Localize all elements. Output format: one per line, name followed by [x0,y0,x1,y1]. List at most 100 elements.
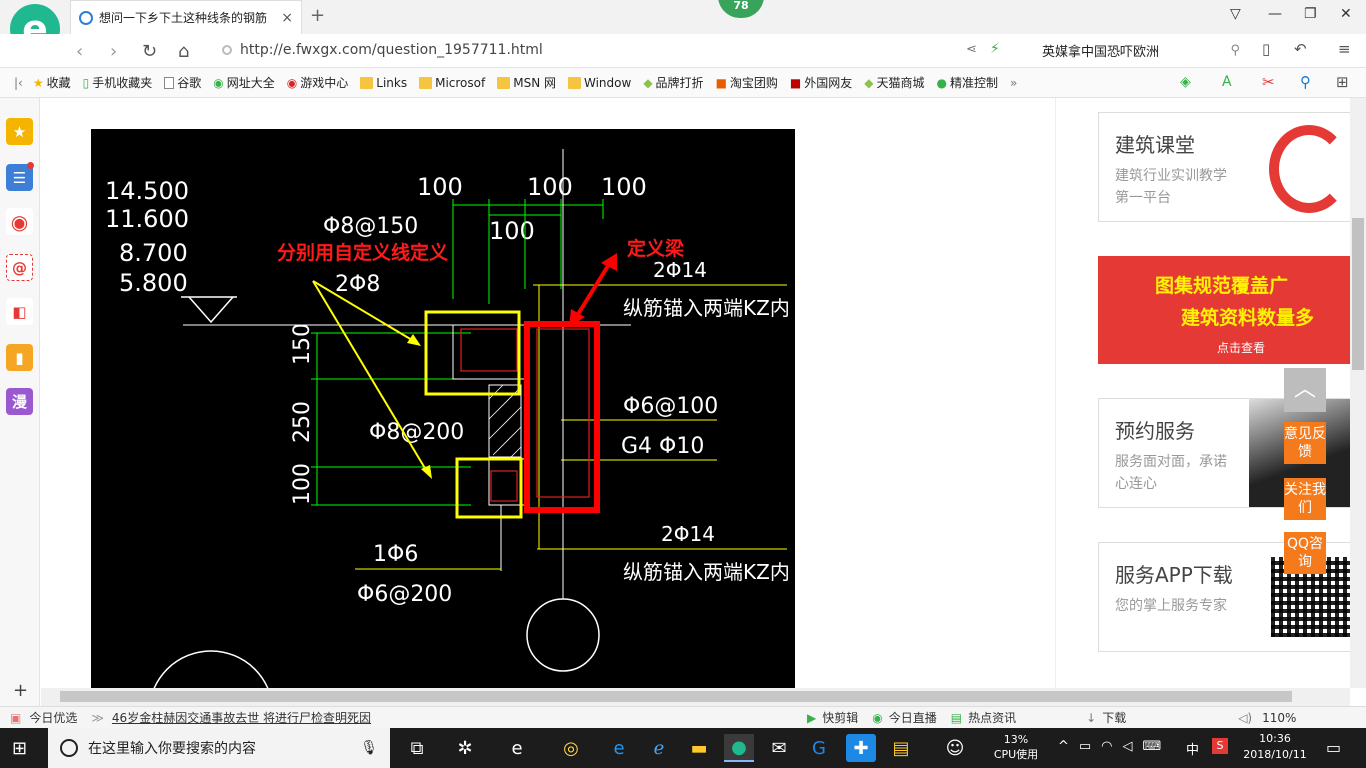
weibo-icon[interactable]: ◉ [6,208,33,235]
new-tab-button[interactable]: + [310,5,325,26]
volume-icon[interactable]: ◁) [1238,711,1252,725]
game-icon[interactable]: ◧ [6,298,33,325]
bookmark-item[interactable]: ◆ 天猫商城 [864,74,924,91]
apps-icon[interactable]: ⊞ [1336,73,1349,91]
task-view-icon[interactable]: ⧉ [402,734,432,762]
close-window-button[interactable]: ✕ [1340,6,1352,22]
ie-icon[interactable]: ℯ [644,734,674,762]
fan-app-icon[interactable]: ✲ [450,734,480,762]
news-headline-link[interactable]: 46岁金柱赫因交通事故去世 将进行尸检查明死因 [112,709,371,726]
course-card[interactable]: 建筑课堂 建筑行业实训教学第一平台 [1098,112,1350,222]
bookmarks-collapse-icon[interactable]: |‹ [14,76,23,90]
notification-center-icon[interactable]: ▭ [1326,738,1341,757]
menu-icon[interactable]: ≡ [1338,40,1351,58]
notes-app-icon[interactable]: ▤ [886,734,916,762]
mobile-icon[interactable]: ▯ [1262,40,1270,58]
mail-app-icon[interactable]: ✉ [764,734,794,762]
bookmark-item[interactable]: ● 精准控制 [937,74,999,91]
qq-consult-button[interactable]: QQ咨询 [1284,532,1326,574]
tab-close-button[interactable]: × [281,10,293,26]
back-icon[interactable]: ‹ [76,41,83,62]
minimize-button[interactable]: — [1268,6,1282,22]
browser-e-icon[interactable]: e [502,734,532,762]
taobao-icon: ■ [715,75,727,90]
rebar-label: 1Φ6 [373,542,418,567]
news-separator-icon: ≫ [91,710,104,725]
bookmark-folder[interactable]: Microsof [419,76,485,90]
bookmark-item[interactable]: ★ 收藏 [33,74,71,91]
magnifier-icon[interactable]: ⚲ [1300,73,1311,91]
level-label: 8.700 [119,239,188,267]
clip-icon: ▶ [807,710,817,725]
quick-clip-link[interactable]: 快剪辑 [822,709,858,726]
lightning-icon[interactable]: ⚡ [990,41,1000,57]
scissors-icon[interactable]: ✂ [1262,73,1275,91]
back-to-top-button[interactable]: ︿ [1284,368,1326,412]
bookmark-item[interactable]: ■ 外国网友 [790,74,852,91]
bookmark-item[interactable]: ◉ 游戏中心 [287,74,349,91]
clock[interactable]: 10:36 2018/10/11 [1240,731,1310,763]
feedback-button[interactable]: 意见反馈 [1284,422,1326,464]
rebar-label: Φ8@200 [369,420,464,445]
banner-line1: 图集规范覆盖广 [1155,275,1289,297]
home-icon[interactable]: ⌂ [178,41,189,62]
today-picks-link[interactable]: 今日优选 [29,709,77,726]
edge-icon[interactable]: e [604,734,634,762]
manga-icon[interactable]: 漫 [6,388,33,415]
bookmarks-more-icon[interactable]: » [1010,76,1017,90]
bookmark-item[interactable]: ◆ 品牌打折 [643,74,703,91]
bookmark-folder[interactable]: Links [360,76,407,90]
refresh-icon[interactable]: ↻ [142,41,157,62]
forward-icon[interactable]: › [110,41,117,62]
cpu-label: CPU使用 [993,748,1039,761]
plus-app-icon[interactable]: ✚ [846,734,876,762]
g-app-icon[interactable]: G [804,734,834,762]
zoom-level[interactable]: 110% [1262,711,1296,725]
ime-indicator[interactable]: 中 [1186,739,1199,758]
banner-line2: 建筑资料数量多 [1181,307,1315,329]
card-title: 服务APP下载 [1115,563,1233,587]
vertical-scroll-thumb[interactable] [1352,218,1364,370]
bookmark-item[interactable]: ◉ 网址大全 [213,74,275,91]
cpu-meter[interactable]: 13% CPU使用 [992,732,1040,762]
skin-icon[interactable]: ▽ [1230,6,1241,22]
bookmark-item[interactable]: ▯ 手机收藏夹 [83,74,153,91]
people-icon[interactable]: ☺ [940,734,970,762]
search-input[interactable]: 英媒拿中国恐吓欧洲 ⚲ [1042,38,1240,62]
bookmark-folder[interactable]: Window [567,76,631,90]
windows-start-icon[interactable]: ⊞ [12,738,27,759]
maximize-button[interactable]: ❐ [1304,6,1317,22]
browser-tab[interactable]: 想问一下乡下土这种线条的钢筋 × [70,0,302,34]
file-explorer-icon[interactable]: ▬ [684,734,714,762]
bookmark-folder[interactable]: MSN 网 [497,74,556,91]
live-link[interactable]: 今日直播 [889,709,937,726]
banner-cta[interactable]: 点击查看 [1217,339,1265,356]
url-field[interactable]: http://e.fwxgx.com/question_1957711.html [222,38,960,62]
follow-us-button[interactable]: 关注我们 [1284,478,1326,520]
add-sidebar-icon[interactable]: + [13,680,28,701]
microphone-icon[interactable]: 🎙 [360,740,378,756]
atlas-banner[interactable]: 图集规范覆盖广 建筑资料数量多 点击查看 [1098,256,1350,364]
tray-icons[interactable]: ^▭◠◁⌨ [1058,739,1171,754]
taskbar-search[interactable]: 在这里输入你要搜索的内容 🎙 [48,728,390,768]
sogou-icon[interactable]: S [1212,738,1228,754]
active-browser-icon[interactable]: ● [724,734,754,762]
mail-icon[interactable]: @ [6,254,33,281]
bookmark-item[interactable]: ■ 淘宝团购 [716,74,778,91]
search-icon[interactable]: ⚲ [1230,43,1240,58]
hot-news-link[interactable]: 热点资讯 [968,709,1016,726]
clock-time: 10:36 [1259,732,1291,745]
annotation-left: 分别用自定义线定义 [277,241,448,264]
360-app-icon[interactable]: ◎ [556,734,586,762]
horizontal-scroll-thumb[interactable] [60,691,1292,702]
star-icon[interactable]: ★ [6,118,33,145]
card-desc: 服务面对面，承诺心连心 [1115,454,1227,492]
download-link[interactable]: 下载 [1102,709,1126,726]
shield-icon[interactable]: ◈ [1180,74,1191,90]
book-icon[interactable]: ▮ [6,344,33,371]
bookmark-item[interactable]: 谷歌 [164,74,201,91]
translate-icon[interactable]: A [1222,74,1232,90]
share-icon[interactable]: ⋖ [966,42,977,57]
undo-icon[interactable]: ↶ [1294,40,1307,58]
vertical-scrollbar[interactable] [1350,98,1366,688]
